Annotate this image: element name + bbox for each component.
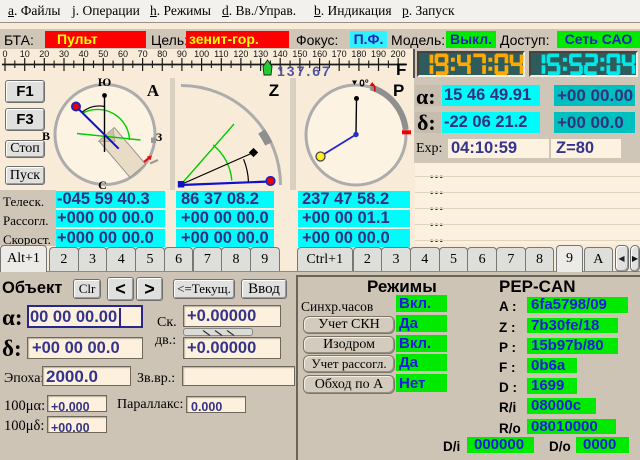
- svg-text:В: В: [42, 129, 50, 143]
- svg-text:0°: 0°: [359, 79, 369, 90]
- svg-text:А: А: [147, 81, 160, 100]
- svg-text:З: З: [156, 130, 162, 144]
- svg-text:Ю: Ю: [98, 75, 112, 89]
- svg-text:Z: Z: [269, 81, 279, 100]
